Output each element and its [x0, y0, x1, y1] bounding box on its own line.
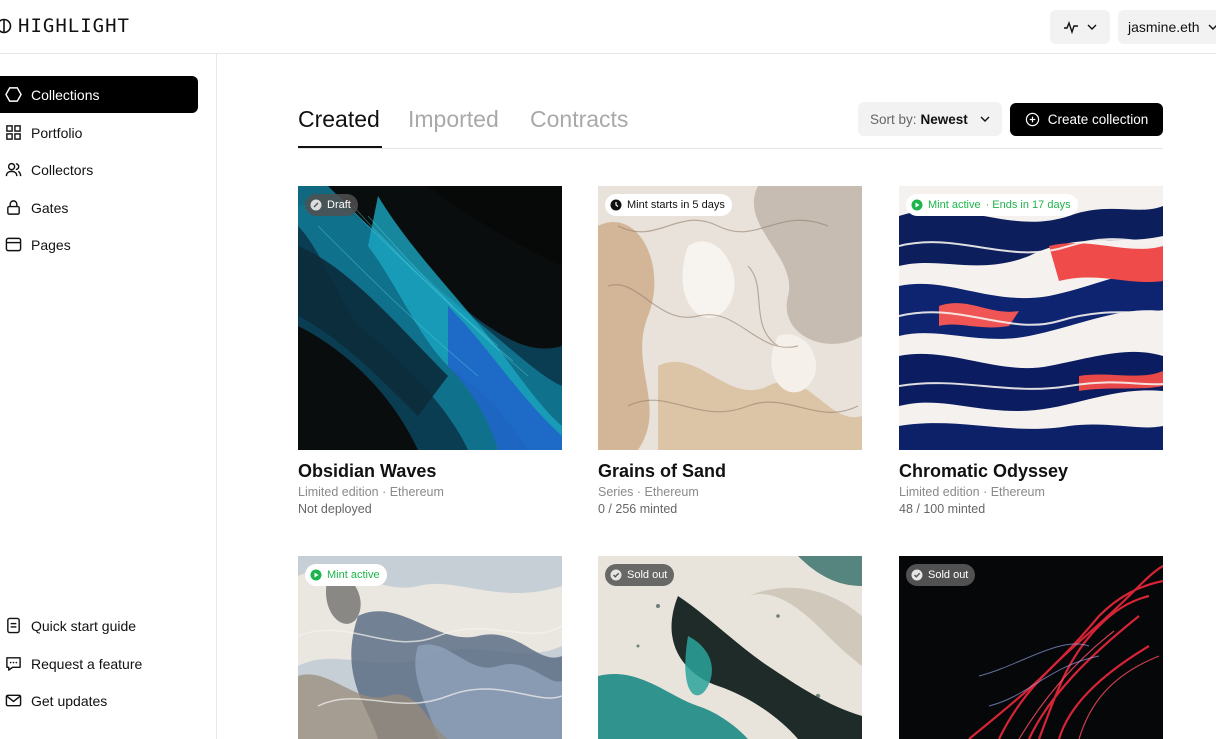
create-collection-label: Create collection [1047, 112, 1149, 127]
check-icon [610, 569, 622, 581]
document-icon [7, 617, 20, 634]
sidebar-item-label: Gates [31, 199, 69, 216]
sidebar-item-collections[interactable]: Collections [0, 76, 198, 113]
status-badge-label: Mint active [327, 569, 380, 581]
status-badge-label: Sold out [928, 569, 969, 581]
grid-icon [6, 125, 21, 140]
sidebar-item-pages[interactable]: Pages [0, 226, 198, 263]
sort-value: Newest [920, 111, 968, 127]
chevron-down-icon [980, 116, 990, 122]
tab-imported[interactable]: Imported [408, 106, 499, 133]
sidebar-item-collectors[interactable]: Collectors [0, 151, 198, 188]
chevron-down-icon [1208, 24, 1216, 30]
clock-icon [610, 199, 622, 211]
sidebar-item-label: Quick start guide [31, 617, 137, 634]
artwork-image [598, 186, 862, 450]
collection-artwork[interactable]: Mint active · Ends in 17 days [899, 186, 1163, 450]
user-menu-button[interactable]: jasmine.eth [1118, 10, 1216, 44]
collection-artwork[interactable]: Sold out [598, 556, 862, 739]
collection-title[interactable]: Chromatic Odyssey [899, 461, 1163, 482]
collection-artwork[interactable]: Mint starts in 5 days [598, 186, 862, 450]
collection-artwork[interactable]: Mint active [298, 556, 562, 739]
hexagon-icon [5, 87, 22, 102]
sidebar-item-label: Pages [31, 236, 71, 253]
check-icon [911, 569, 923, 581]
collection-card[interactable]: Draft Obsidian Waves Limited edition · E… [298, 186, 562, 516]
draft-icon [310, 199, 322, 211]
logo[interactable]: HIGHLIGHT [0, 15, 130, 37]
status-badge: Mint active · Ends in 17 days [906, 194, 1078, 216]
sidebar-item-get-updates[interactable]: Get updates [0, 682, 198, 719]
tab-created[interactable]: Created [298, 106, 380, 133]
sort-prefix: Sort by: [870, 111, 917, 127]
status-badge-label: Mint starts in 5 days [627, 199, 725, 211]
logo-text: HIGHLIGHT [18, 15, 130, 37]
activity-icon [1064, 20, 1078, 34]
artwork-image [298, 186, 562, 450]
status-badge-label: Sold out [627, 569, 668, 581]
collection-meta: Limited edition · Ethereum [298, 485, 444, 499]
collection-status: Not deployed [298, 502, 372, 516]
collection-artwork[interactable]: Sold out [899, 556, 1163, 739]
user-name: jasmine.eth [1128, 19, 1200, 35]
plus-circle-icon [1025, 112, 1039, 127]
collection-card[interactable]: Mint active [298, 556, 562, 739]
collection-card[interactable]: Mint active · Ends in 17 days Chromatic … [899, 186, 1163, 516]
status-badge-detail: · Ends in 17 days [985, 199, 1071, 211]
mail-icon [5, 694, 22, 707]
activity-button[interactable] [1050, 10, 1110, 44]
top-bar: HIGHLIGHT jasmine.eth [0, 0, 1216, 54]
sidebar-item-request-feature[interactable]: Request a feature [0, 645, 198, 682]
artwork-image [899, 186, 1163, 450]
users-icon [5, 162, 22, 177]
status-badge-label: Mint active [928, 199, 981, 211]
collection-status: 48 / 100 minted [899, 502, 986, 516]
play-icon [310, 569, 322, 581]
collection-card[interactable]: Sold out [598, 556, 862, 739]
sidebar-item-label: Collections [31, 86, 100, 103]
collection-status: 0 / 256 minted [598, 502, 678, 516]
sidebar-item-gates[interactable]: Gates [0, 189, 198, 226]
collection-meta: Series · Ethereum [598, 485, 699, 499]
tab-contracts[interactable]: Contracts [530, 106, 628, 133]
sidebar: Collections Portfolio Collectors Gates P… [0, 54, 217, 739]
create-collection-button[interactable]: Create collection [1010, 103, 1163, 136]
collection-card[interactable]: Mint starts in 5 days Grains of Sand Ser… [598, 186, 862, 516]
sidebar-item-quick-start[interactable]: Quick start guide [0, 607, 198, 644]
chat-icon [6, 657, 21, 671]
sidebar-item-label: Collectors [31, 161, 94, 178]
collection-meta: Limited edition · Ethereum [899, 485, 1045, 499]
lock-icon [7, 200, 20, 215]
browser-icon [5, 237, 22, 252]
sort-dropdown[interactable]: Sort by: Newest [858, 102, 1002, 136]
collection-artwork[interactable]: Draft [298, 186, 562, 450]
collection-title[interactable]: Obsidian Waves [298, 461, 562, 482]
sidebar-item-label: Portfolio [31, 124, 83, 141]
status-badge: Mint active [305, 564, 387, 586]
status-badge: Sold out [906, 564, 976, 586]
status-badge-label: Draft [327, 199, 351, 211]
sidebar-item-label: Request a feature [31, 655, 143, 672]
status-badge: Mint starts in 5 days [605, 194, 732, 216]
status-badge: Draft [305, 194, 358, 216]
sidebar-item-label: Get updates [31, 692, 108, 709]
play-icon [911, 199, 923, 211]
collection-card[interactable]: Sold out [899, 556, 1163, 739]
chevron-down-icon [1087, 24, 1097, 30]
status-badge: Sold out [605, 564, 675, 586]
active-tab-indicator [298, 146, 382, 148]
sidebar-item-portfolio[interactable]: Portfolio [0, 114, 198, 151]
collection-title[interactable]: Grains of Sand [598, 461, 862, 482]
logo-icon [0, 18, 12, 34]
